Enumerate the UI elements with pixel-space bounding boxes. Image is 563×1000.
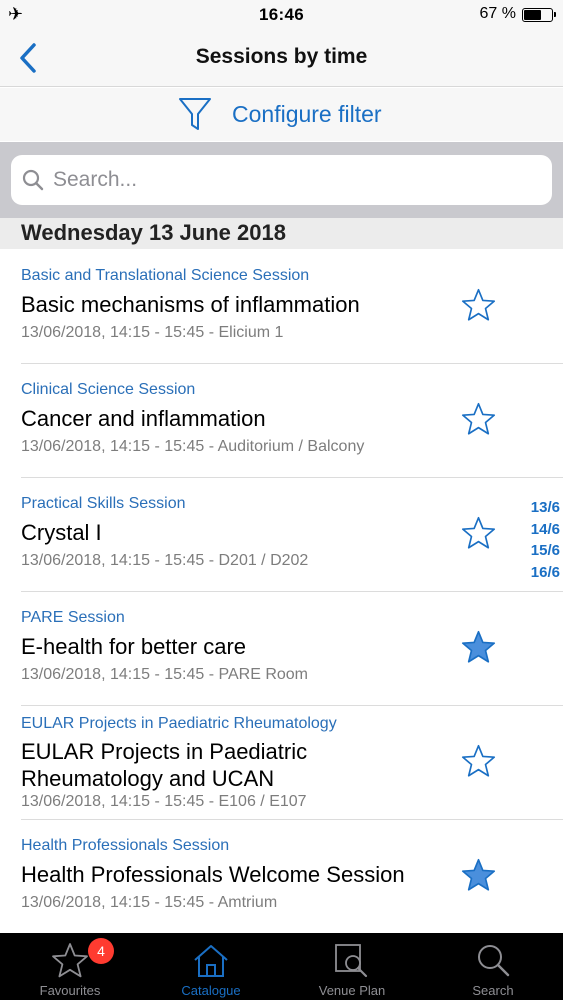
date-index-item[interactable]: 16/6 xyxy=(520,562,560,584)
session-category: Practical Skills Session xyxy=(21,495,186,512)
tab-label: Catalogue xyxy=(181,983,241,998)
session-title: Health Professionals Welcome Session xyxy=(21,862,405,887)
tab-bar: 4 Favourites Catalogue Venue Plan Search xyxy=(0,933,563,1000)
session-meta: 13/06/2018, 14:15 - 15:45 - D201 / D202 xyxy=(21,552,309,569)
star-icon[interactable] xyxy=(460,743,497,780)
house-icon xyxy=(194,945,228,977)
tab-label: Favourites xyxy=(39,983,101,998)
star-icon[interactable] xyxy=(460,287,497,324)
section-header: Wednesday 13 June 2018 xyxy=(0,218,563,249)
tab-venue-plan[interactable]: Venue Plan xyxy=(282,933,422,1000)
session-meta: 13/06/2018, 14:15 - 15:45 - E106 / E107 xyxy=(21,793,307,810)
list-item[interactable]: Clinical Science Session Cancer and infl… xyxy=(0,363,563,478)
tab-label: Search xyxy=(472,983,514,998)
list-item[interactable]: PARE Session E-health for better care 13… xyxy=(0,591,563,706)
list-item[interactable]: EULAR Projects in Paediatric Rheumatolog… xyxy=(0,705,563,820)
tab-label: Venue Plan xyxy=(318,983,386,998)
date-index: 13/6 14/6 15/6 16/6 xyxy=(520,497,560,583)
tab-search[interactable]: Search xyxy=(423,933,563,1000)
date-index-item[interactable]: 13/6 xyxy=(520,497,560,519)
funnel-icon xyxy=(179,98,211,130)
page-title: Sessions by time xyxy=(195,45,368,68)
battery-percent: 67 % xyxy=(479,5,516,22)
search-area xyxy=(0,142,563,218)
favourites-badge: 4 xyxy=(88,938,114,964)
map-search-icon xyxy=(335,944,368,978)
session-category: EULAR Projects in Paediatric Rheumatolog… xyxy=(21,715,337,732)
star-icon[interactable] xyxy=(460,401,497,438)
star-filled-icon[interactable] xyxy=(460,629,497,666)
tab-favourites[interactable]: 4 Favourites xyxy=(0,933,140,1000)
list-item[interactable]: Basic and Translational Science Session … xyxy=(0,249,563,364)
session-meta: 13/06/2018, 14:15 - 15:45 - Elicium 1 xyxy=(21,324,284,341)
filter-bar: Configure filter xyxy=(0,88,563,141)
session-title: EULAR Projects in Paediatric Rheumatolog… xyxy=(21,739,308,791)
search-icon xyxy=(22,169,44,191)
session-category: PARE Session xyxy=(21,609,125,626)
date-index-item[interactable]: 14/6 xyxy=(520,519,560,541)
section-date: Wednesday 13 June 2018 xyxy=(21,220,286,245)
session-category: Basic and Translational Science Session xyxy=(21,267,310,284)
star-icon[interactable] xyxy=(460,515,497,552)
session-category: Health Professionals Session xyxy=(21,837,230,854)
session-title: E-health for better care xyxy=(21,634,247,659)
session-title: Crystal I xyxy=(21,520,102,545)
battery-icon xyxy=(522,8,556,22)
session-meta: 13/06/2018, 14:15 - 15:45 - Auditorium /… xyxy=(21,438,365,455)
session-meta: 13/06/2018, 14:15 - 15:45 - Amtrium xyxy=(21,894,278,911)
search-input[interactable] xyxy=(53,168,513,192)
tab-catalogue[interactable]: Catalogue xyxy=(141,933,281,1000)
session-list: Basic and Translational Science Session … xyxy=(0,249,563,933)
date-index-item[interactable]: 15/6 xyxy=(520,540,560,562)
status-bar: ✈ 16:46 67 % xyxy=(0,0,563,30)
session-title: Basic mechanisms of inflammation xyxy=(21,292,360,317)
star-icon xyxy=(52,943,88,978)
search-box[interactable] xyxy=(11,155,552,205)
configure-filter-label: Configure filter xyxy=(232,100,382,127)
configure-filter-button[interactable]: Configure filter xyxy=(178,94,382,134)
session-title: Cancer and inflammation xyxy=(21,406,266,431)
list-item[interactable]: Health Professionals Session Health Prof… xyxy=(0,819,563,933)
list-item[interactable]: Practical Skills Session Crystal I 13/06… xyxy=(0,477,563,592)
session-category: Clinical Science Session xyxy=(21,381,196,398)
star-filled-icon[interactable] xyxy=(460,857,497,894)
search-icon xyxy=(478,945,510,977)
nav-bar: Sessions by time xyxy=(0,30,563,87)
session-meta: 13/06/2018, 14:15 - 15:45 - PARE Room xyxy=(21,666,308,683)
